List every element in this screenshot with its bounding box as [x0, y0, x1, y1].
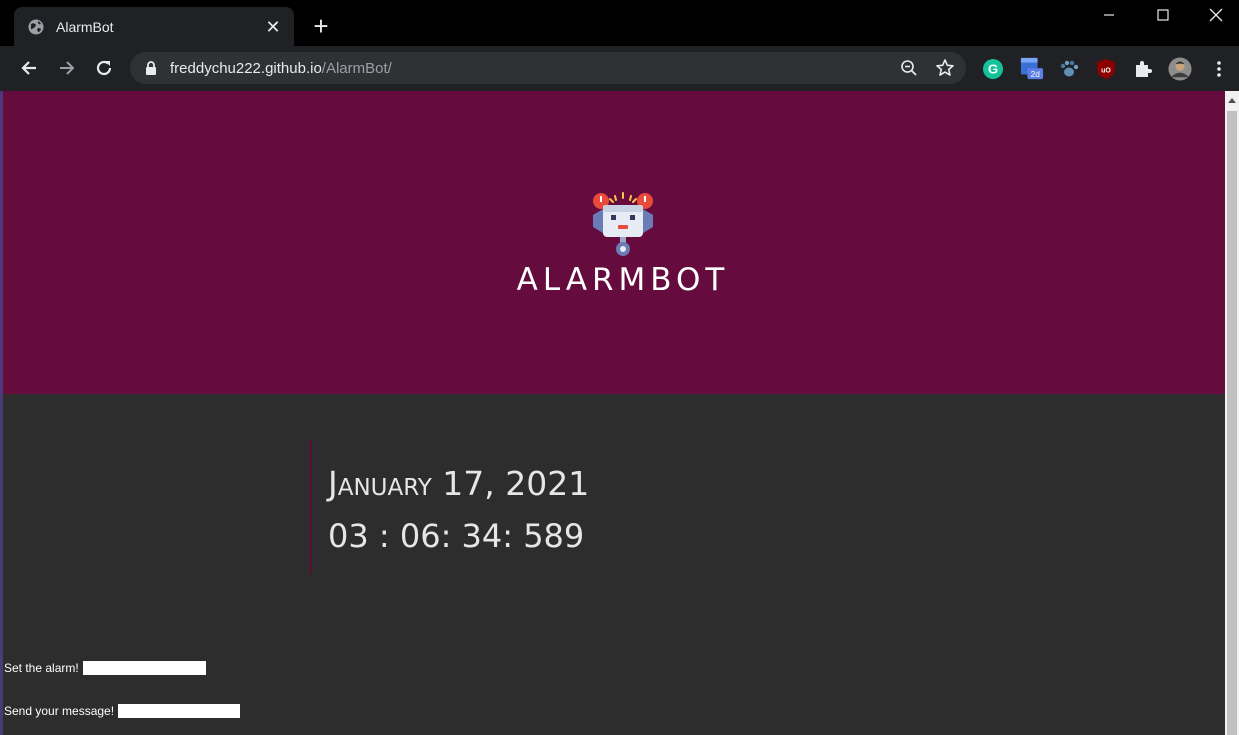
lock-icon — [146, 61, 156, 75]
menu-dots-icon[interactable] — [1207, 57, 1231, 81]
minimize-button[interactable] — [1086, 0, 1132, 30]
browser-tab[interactable]: AlarmBot ✕ — [14, 7, 294, 46]
new-tab-button[interactable]: + — [307, 12, 335, 40]
browser-toolbar: freddychu222.github.io/AlarmBot/ G 2d uO — [0, 46, 1239, 91]
zoom-out-icon[interactable] — [898, 57, 920, 79]
reload-icon — [96, 60, 112, 76]
minimize-icon — [1104, 14, 1114, 16]
message-input[interactable] — [118, 704, 241, 718]
tab-title: AlarmBot — [56, 18, 114, 35]
alarm-input[interactable] — [82, 661, 206, 675]
maximize-button[interactable] — [1140, 0, 1186, 30]
message-form-row: Send your message! — [4, 704, 241, 718]
current-time: 03 : 06: 34: 589 — [328, 517, 585, 555]
scroll-up-arrow-icon[interactable] — [1225, 91, 1239, 108]
profile-avatar-icon[interactable] — [1168, 57, 1192, 81]
vertical-scrollbar[interactable] — [1225, 91, 1239, 735]
extension-2d-icon[interactable]: 2d — [1020, 57, 1044, 81]
extension-badge: 2d — [1031, 69, 1041, 79]
plus-icon: + — [313, 11, 329, 41]
close-icon[interactable]: ✕ — [264, 18, 282, 36]
forward-button[interactable] — [53, 54, 81, 82]
address-bar[interactable]: freddychu222.github.io/AlarmBot/ — [130, 52, 966, 84]
current-date: January 17, 2021 — [328, 464, 590, 503]
grammarly-icon[interactable]: G — [981, 57, 1005, 81]
maximize-icon — [1157, 9, 1169, 21]
page-viewport: ALARMBOT January 17, 2021 03 : 06: 34: 5… — [3, 91, 1225, 735]
star-icon[interactable] — [934, 57, 956, 79]
back-arrow-icon — [21, 61, 36, 75]
paw-icon[interactable] — [1057, 57, 1081, 81]
tab-strip: AlarmBot ✕ + — [0, 0, 1239, 46]
url-text: freddychu222.github.io/AlarmBot/ — [170, 60, 898, 77]
reload-button[interactable] — [90, 54, 118, 82]
url-host: freddychu222.github.io — [170, 59, 322, 77]
window-close-button[interactable] — [1193, 0, 1239, 30]
svg-text:uO: uO — [1101, 68, 1111, 75]
ublock-icon[interactable]: uO — [1094, 57, 1118, 81]
url-path: /AlarmBot/ — [321, 59, 392, 77]
browser-window: AlarmBot ✕ + freddychu222.github.io/Alar… — [0, 0, 1239, 735]
hero-banner: ALARMBOT — [3, 91, 1225, 394]
globe-icon — [28, 19, 44, 34]
puzzle-icon[interactable] — [1131, 57, 1155, 81]
window-close-icon — [1209, 8, 1223, 22]
robot-logo-icon — [593, 192, 653, 256]
alarm-form-row: Set the alarm! — [4, 661, 206, 675]
message-label: Send your message! — [4, 704, 115, 718]
forward-arrow-icon — [60, 61, 75, 75]
scroll-thumb[interactable] — [1227, 111, 1237, 735]
back-button[interactable] — [15, 54, 43, 82]
brand-title: ALARMBOT — [516, 262, 730, 298]
alarm-label: Set the alarm! — [4, 661, 79, 675]
svg-text:G: G — [988, 62, 998, 77]
clock-panel: January 17, 2021 03 : 06: 34: 589 — [310, 440, 589, 574]
